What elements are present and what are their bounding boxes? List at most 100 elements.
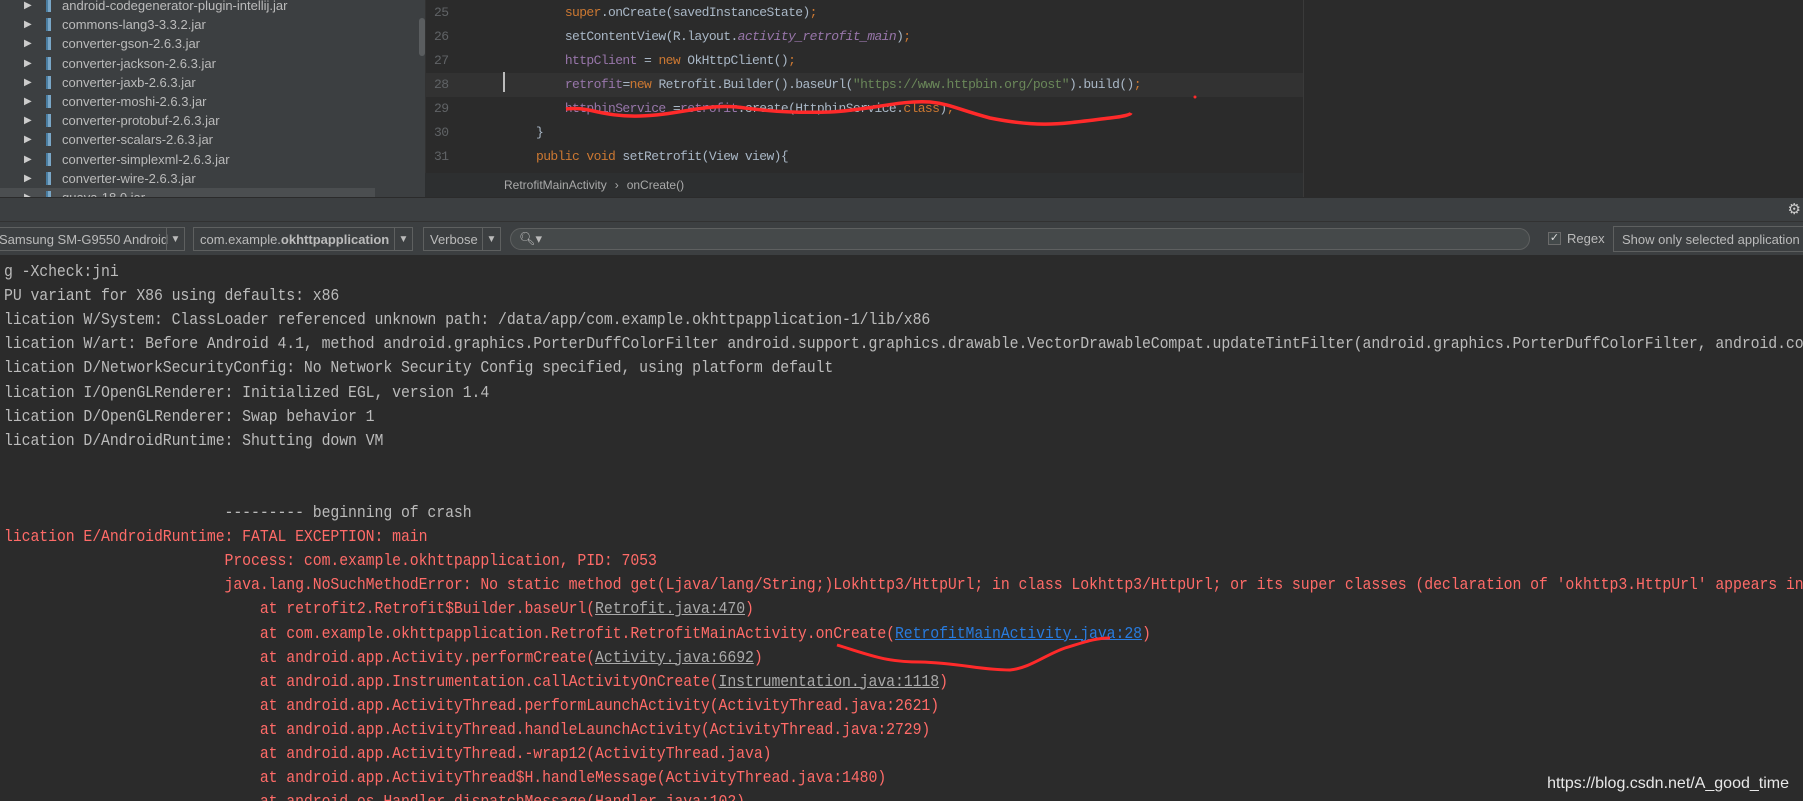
log-text: at android.app.ActivityThread.handleLaun… (4, 719, 931, 739)
tree-item-label: commons-lang3-3.3.2.jar (62, 17, 206, 33)
filter-select[interactable]: Show only selected application (1613, 226, 1803, 252)
log-line: lication W/art: Before Android 4.1, meth… (4, 332, 1803, 356)
log-text: at android.os.Handler.dispatchMessage(Ha… (4, 792, 745, 801)
code-line[interactable]: 25 super.onCreate(savedInstanceState); (426, 1, 1303, 25)
log-text-tail: ) (1141, 623, 1151, 643)
tree-item-label: android-codegenerator-plugin-intellij.ja… (62, 0, 288, 13)
code-token: = (636, 53, 659, 68)
gear-icon[interactable]: ⚙ (1788, 200, 1801, 218)
device-select[interactable]: Samsung SM-G9550 Android ▼ (0, 227, 185, 251)
source-link[interactable]: RetrofitMainActivity.java:28 (895, 624, 1142, 643)
log-text: at android.app.ActivityThread.performLau… (4, 695, 940, 715)
log-search-input[interactable]: 🔍︎▾ (510, 228, 1530, 250)
code-token: ; (946, 101, 955, 116)
jar-icon (46, 133, 51, 147)
expand-arrow-icon[interactable]: ▶ (24, 134, 32, 145)
expand-arrow-icon[interactable]: ▶ (24, 115, 32, 126)
tree-item-label: converter-jaxb-2.6.3.jar (62, 74, 196, 90)
log-line: at android.app.ActivityThread.handleLaun… (4, 718, 931, 742)
log-line: PU variant for X86 using defaults: x86 (4, 284, 339, 308)
log-text: at android.app.Instrumentation.callActiv… (4, 671, 719, 691)
code-token: Retrofit.Builder().baseUrl( (658, 77, 853, 92)
expand-arrow-icon[interactable]: ▶ (24, 77, 32, 88)
code-token: = (622, 77, 630, 92)
code-editor[interactable]: 25 super.onCreate(savedInstanceState); 26… (425, 0, 1303, 173)
log-text: Process: com.example.okhttpapplication, … (4, 551, 657, 571)
app-prefix: com.example. (200, 231, 281, 247)
log-text: PU variant for X86 using defaults: x86 (4, 286, 340, 306)
source-link[interactable]: Activity.java:6692 (595, 648, 754, 667)
code-text: httpClient = new OkHttpClient(); (536, 49, 796, 73)
log-text-tail: ) (745, 599, 754, 619)
log-text: lication E/AndroidRuntime: FATAL EXCEPTI… (4, 527, 428, 547)
expand-arrow-icon[interactable]: ▶ (24, 96, 32, 107)
source-link[interactable]: Retrofit.java:470 (595, 599, 745, 618)
chevron-down-icon: ▼ (482, 228, 500, 250)
log-text: java.lang.NoSuchMethodError: No static m… (4, 575, 1803, 595)
breadcrumb-class[interactable]: RetrofitMainActivity (504, 178, 607, 192)
tree-item-label: converter-protobuf-2.6.3.jar (62, 113, 220, 129)
expand-arrow-icon[interactable]: ▶ (24, 154, 32, 165)
code-line[interactable]: 30} (426, 121, 1303, 145)
tree-item[interactable]: ▶ converter-gson-2.6.3.jar (0, 34, 375, 53)
tree-item[interactable]: ▶ converter-scalars-2.6.3.jar (0, 130, 375, 149)
code-line[interactable]: 28 retrofit=new Retrofit.Builder().baseU… (426, 73, 1303, 97)
log-line: at android.os.Handler.dispatchMessage(Ha… (4, 790, 745, 801)
log-line: at android.app.ActivityThread.-wrap12(Ac… (4, 742, 772, 766)
search-icon: 🔍︎▾ (519, 231, 543, 246)
tree-item[interactable]: ▶ converter-wire-2.6.3.jar (0, 169, 375, 188)
log-line: g -Xcheck:jni (4, 260, 119, 284)
expand-arrow-icon[interactable]: ▶ (24, 58, 32, 69)
code-line[interactable]: 27 httpClient = new OkHttpClient(); (426, 49, 1303, 73)
tree-item[interactable]: ▶ commons-lang3-3.3.2.jar (0, 15, 375, 34)
code-token: = (665, 101, 681, 116)
code-token: httpClient (564, 53, 638, 68)
project-tree: ▶ android-codegenerator-plugin-intellij.j… (0, 0, 425, 197)
tree-item[interactable]: ▶ converter-simplexml-2.6.3.jar (0, 150, 375, 169)
log-line: at android.app.ActivityThread$H.handleMe… (4, 766, 886, 790)
code-line[interactable]: 29 httpbinService =retrofit.create(Httpb… (426, 97, 1303, 121)
expand-arrow-icon[interactable]: ▶ (24, 19, 32, 30)
expand-arrow-icon[interactable]: ▶ (24, 0, 32, 11)
tree-item[interactable]: ▶ converter-jackson-2.6.3.jar (0, 54, 375, 73)
log-text: --------- beginning of crash (4, 503, 472, 522)
regex-checkbox[interactable]: ✓ (1548, 232, 1561, 245)
log-line: lication W/System: ClassLoader reference… (4, 308, 930, 332)
filter-value: Show only selected application (1622, 231, 1800, 247)
code-token: . (600, 5, 609, 20)
expand-arrow-icon[interactable]: ▶ (24, 173, 32, 184)
app-select[interactable]: com.example. okhttpapplication ▼ (193, 227, 413, 251)
code-text: public void setRetrofit(View view){ (536, 145, 789, 169)
regex-toggle[interactable]: ✓ Regex (1548, 231, 1605, 246)
code-line[interactable]: 31 public void setRetrofit(View view){ (426, 145, 1303, 169)
logcat-output[interactable]: g -Xcheck:jni PU variant for X86 using de… (0, 258, 1803, 801)
expand-arrow-icon[interactable]: ▶ (24, 38, 32, 49)
source-link[interactable]: Instrumentation.java:1118 (719, 672, 940, 691)
code-line[interactable]: 26 setContentView(R.layout.activity_retr… (426, 25, 1303, 49)
tree-item[interactable]: ▶ converter-moshi-2.6.3.jar (0, 92, 375, 111)
tree-item[interactable]: ▶ converter-jaxb-2.6.3.jar (0, 73, 375, 92)
code-token: activity_retrofit_main (737, 29, 897, 44)
code-text: retrofit=new Retrofit.Builder().baseUrl(… (536, 73, 1142, 97)
jar-icon (46, 18, 51, 32)
tree-item[interactable]: ▶guava-18.0.jar (0, 188, 375, 197)
level-select[interactable]: Verbose ▼ (423, 227, 501, 251)
code-token: ) (939, 101, 947, 116)
breadcrumb-method[interactable]: onCreate() (627, 178, 684, 192)
code-token: class (903, 101, 940, 116)
log-text: lication W/art: Before Android 4.1, meth… (4, 334, 1803, 354)
tree-item[interactable]: ▶ android-codegenerator-plugin-intellij.j… (0, 0, 375, 15)
jar-icon (46, 95, 51, 108)
log-text: at android.app.ActivityThread$H.handleMe… (4, 768, 887, 788)
jar-icon (46, 75, 51, 89)
log-line: lication D/AndroidRuntime: Shutting down… (4, 429, 383, 453)
tree-item-label: converter-scalars-2.6.3.jar (62, 132, 213, 148)
log-line: lication I/OpenGLRenderer: Initialized E… (4, 381, 489, 405)
tree-item[interactable]: ▶ converter-protobuf-2.6.3.jar (0, 111, 375, 130)
log-line: lication D/OpenGLRenderer: Swap behavior… (4, 405, 375, 429)
log-line: --------- beginning of crash (4, 501, 472, 525)
log-text: at android.app.ActivityThread.-wrap12(Ac… (4, 744, 772, 763)
tree-item-label: converter-simplexml-2.6.3.jar (62, 151, 230, 167)
device-value: Samsung SM-G9550 Android (0, 231, 169, 247)
code-token: ).build() (1068, 77, 1134, 92)
